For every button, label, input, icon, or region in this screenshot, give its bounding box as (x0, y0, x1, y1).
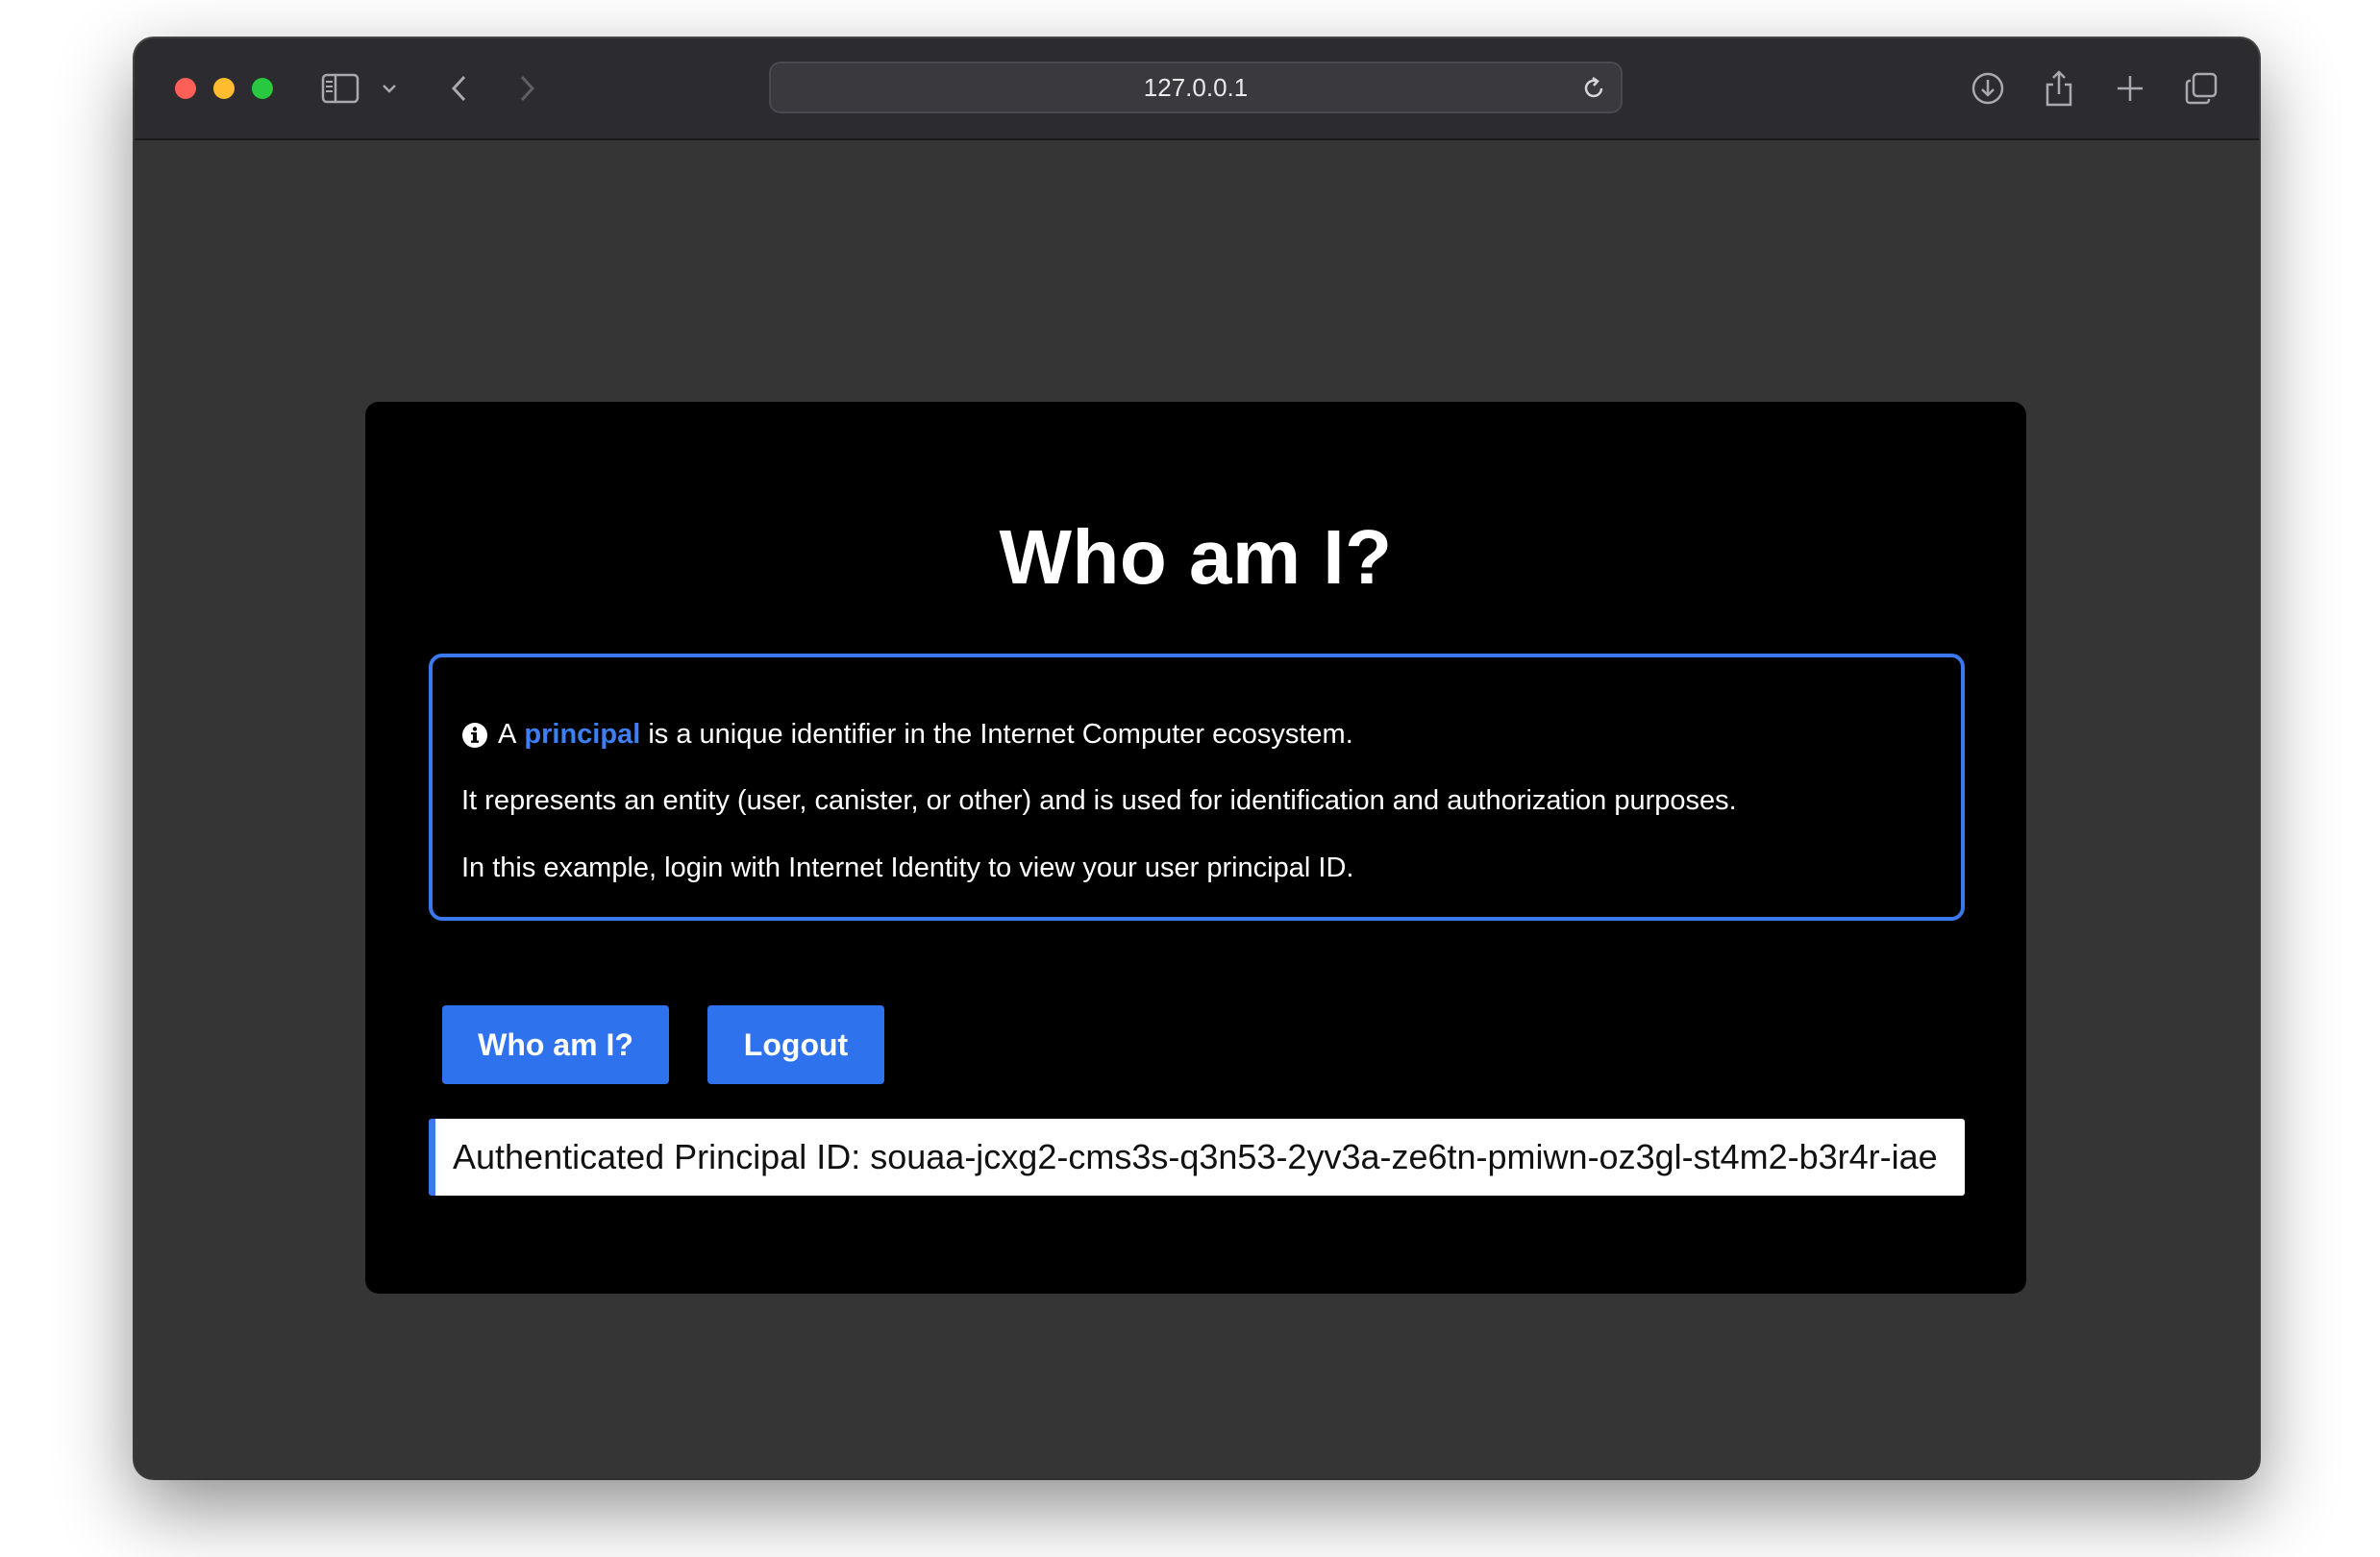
info-box: A principal is a unique identifier in th… (429, 654, 1965, 921)
info-line-1: A principal is a unique identifier in th… (461, 719, 1353, 751)
page-viewport: Who am I? A principal is a unique identi… (135, 140, 2259, 1478)
browser-toolbar: 127.0.0.1 (135, 38, 2259, 140)
principal-link[interactable]: principal (524, 719, 640, 751)
browser-window: 127.0.0.1 Who am I? A principal is a uni… (135, 38, 2259, 1478)
sidebar-icon[interactable] (319, 67, 361, 110)
whoami-card: Who am I? A principal is a unique identi… (365, 402, 2026, 1294)
download-icon[interactable] (1967, 67, 2009, 110)
principal-result: Authenticated Principal ID: souaa-jcxg2-… (429, 1119, 1965, 1196)
close-window-button[interactable] (175, 78, 196, 99)
info-line-2: It represents an entity (user, canister,… (461, 785, 1737, 816)
url-text: 127.0.0.1 (1143, 72, 1249, 102)
share-icon[interactable] (2038, 67, 2080, 110)
zoom-window-button[interactable] (252, 78, 273, 99)
tab-overview-icon[interactable] (2180, 67, 2222, 110)
info-line-1-prefix: A (498, 719, 517, 750)
info-circle-icon (461, 722, 488, 749)
info-line-3: In this example, login with Internet Ide… (461, 853, 1354, 883)
logout-button[interactable]: Logout (707, 1005, 884, 1084)
address-bar[interactable]: 127.0.0.1 (769, 62, 1623, 113)
chevron-down-icon[interactable] (375, 67, 404, 110)
back-arrow-icon[interactable] (438, 67, 481, 110)
plus-icon[interactable] (2109, 67, 2151, 110)
page-title: Who am I? (999, 514, 1393, 600)
whoami-button[interactable]: Who am I? (442, 1005, 669, 1084)
minimize-window-button[interactable] (213, 78, 235, 99)
info-line-1-suffix: is a unique identifier in the Internet C… (648, 719, 1353, 750)
reload-icon[interactable] (1580, 75, 1607, 102)
forward-arrow-icon[interactable] (506, 67, 548, 110)
